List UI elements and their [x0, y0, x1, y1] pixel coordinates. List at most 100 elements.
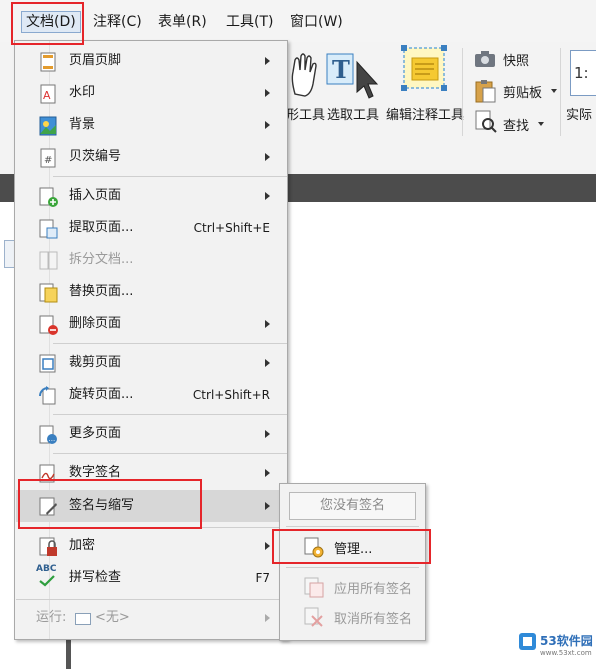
highlight-box-document-menu — [11, 2, 84, 45]
menu-item-label: 运行: — [36, 610, 67, 625]
highlight-box-manage — [272, 529, 431, 564]
clipboard-button[interactable]: 剪贴板 — [503, 82, 542, 101]
menu-item-label: 插入页面 — [69, 188, 122, 203]
submenu-arrow-icon — [265, 542, 270, 550]
edit-annot-tool-button[interactable] — [400, 44, 450, 100]
menu-item-label: 旋转页面... — [69, 387, 134, 402]
hand-icon — [291, 53, 317, 97]
logo-mark-icon — [519, 633, 536, 650]
menu-item-label: 水印 — [69, 85, 96, 100]
header-footer-icon — [40, 52, 56, 72]
select-tool-button[interactable]: T — [325, 48, 381, 100]
menu-item-label: 拆分文档... — [69, 252, 134, 267]
menu-item-rotate-pages[interactable]: 旋转页面... Ctrl+Shift+R — [16, 380, 286, 410]
run-value: <无> — [95, 610, 130, 625]
menu-separator — [53, 176, 287, 177]
split-document-icon — [39, 251, 58, 270]
hand-tool-label: 形工具 — [286, 108, 326, 123]
submenu-arrow-icon — [265, 359, 270, 367]
background-icon — [39, 116, 57, 136]
svg-text:A: A — [43, 89, 51, 102]
submenu-arrow-icon — [265, 614, 270, 622]
cancel-all-label: 取消所有签名 — [334, 612, 413, 627]
menu-item-insert-page[interactable]: 插入页面 — [16, 181, 286, 211]
hand-tool-button[interactable] — [287, 50, 319, 98]
menu-item-background[interactable]: 背景 — [16, 110, 286, 140]
checkmark-icon — [39, 575, 55, 587]
submenu-arrow-icon — [265, 153, 270, 161]
note-edit-icon — [401, 45, 447, 91]
svg-text:...: ... — [49, 435, 56, 443]
no-signature-field: 您没有签名 — [289, 492, 416, 520]
menu-window[interactable]: 窗口(W) — [286, 12, 347, 32]
submenu-arrow-icon — [265, 89, 270, 97]
ribbon-divider — [462, 48, 463, 136]
menu-item-label: 提取页面... — [69, 220, 134, 235]
camera-icon — [473, 48, 499, 70]
menu-item-apply-all[interactable]: 应用所有签名 — [281, 572, 424, 602]
menu-tools[interactable]: 工具(T) — [222, 12, 277, 32]
menu-separator — [286, 567, 419, 568]
menu-item-extract-pages[interactable]: 提取页面... Ctrl+Shift+E — [16, 213, 286, 243]
menubar: 文档(D) 注释(C) 表单(R) 工具(T) 窗口(W) — [0, 0, 596, 43]
menu-item-label: 删除页面 — [69, 316, 122, 331]
menu-item-encrypt[interactable]: 加密 — [16, 531, 286, 561]
actual-size-icon[interactable]: 1: — [570, 50, 596, 96]
menu-item-label: 加密 — [69, 538, 96, 553]
submenu-arrow-icon — [265, 192, 270, 200]
menu-item-label: 页眉页脚 — [69, 53, 122, 68]
menu-item-bates[interactable]: # 贝茨编号 — [16, 142, 286, 172]
menu-item-run[interactable]: 运行: <无> — [16, 603, 286, 633]
menu-separator — [53, 343, 287, 344]
document-menu: 页眉页脚 A 水印 背景 # 贝茨编号 插入页面 提取页面... Ctrl+Sh… — [14, 40, 288, 640]
menu-item-watermark[interactable]: A 水印 — [16, 78, 286, 108]
menu-item-more-pages[interactable]: ... 更多页面 — [16, 419, 286, 449]
submenu-arrow-icon — [265, 502, 270, 510]
menu-item-spell-check[interactable]: ABC 拼写检查 F7 — [16, 563, 286, 593]
menu-item-cancel-all[interactable]: 取消所有签名 — [281, 602, 424, 632]
snapshot-button[interactable]: 快照 — [503, 50, 529, 69]
text-select-icon: T — [326, 53, 379, 99]
menu-annotation[interactable]: 注释(C) — [89, 12, 146, 32]
menu-separator — [53, 453, 287, 454]
run-box-icon — [75, 613, 91, 625]
menu-form[interactable]: 表单(R) — [154, 12, 211, 32]
menu-item-header-footer[interactable]: 页眉页脚 — [16, 46, 286, 76]
find-icon — [473, 108, 499, 134]
menu-item-split-document[interactable]: 拆分文档... — [16, 245, 286, 275]
cancel-signatures-icon — [304, 607, 323, 627]
svg-text:#: # — [44, 155, 52, 166]
menu-item-delete-page[interactable]: 删除页面 — [16, 309, 286, 339]
site-logo: 53软件园 www.53xt.com — [518, 629, 594, 661]
menu-item-shortcut: Ctrl+Shift+E — [193, 221, 270, 235]
submenu-arrow-icon — [265, 57, 270, 65]
menu-item-shortcut: F7 — [255, 571, 270, 585]
clipboard-dropdown-icon[interactable] — [551, 89, 557, 93]
find-dropdown-icon[interactable] — [538, 122, 544, 126]
menu-item-label: 拼写检查 — [69, 570, 122, 585]
submenu-arrow-icon — [265, 320, 270, 328]
menu-item-label: 更多页面 — [69, 426, 122, 441]
menu-separator — [16, 599, 286, 600]
apply-all-label: 应用所有签名 — [334, 582, 413, 597]
actual-size-label: 实际 — [566, 108, 593, 123]
crop-page-icon — [39, 354, 56, 373]
submenu-arrow-icon — [265, 469, 270, 477]
menu-separator — [53, 414, 287, 415]
watermark-icon: A — [40, 84, 56, 104]
menu-item-replace-pages[interactable]: 替换页面... — [16, 277, 286, 307]
ribbon-divider — [560, 48, 561, 136]
menu-item-crop-page[interactable]: 裁剪页面 — [16, 348, 286, 378]
logo-text: 53软件园 — [540, 634, 593, 648]
menu-item-label: 贝茨编号 — [69, 149, 122, 164]
bates-number-icon: # — [40, 148, 56, 168]
edit-annot-tool-label: 编辑注释工具 — [386, 108, 465, 123]
apply-signatures-icon — [304, 577, 324, 598]
encrypt-icon — [39, 537, 57, 556]
logo-url: www.53xt.com — [540, 649, 592, 657]
spell-check-icon: ABC — [36, 564, 57, 574]
rotate-page-icon — [39, 386, 56, 405]
insert-page-icon — [39, 187, 58, 207]
find-button[interactable]: 查找 — [503, 115, 529, 134]
highlight-box-sign-initials — [18, 479, 202, 529]
